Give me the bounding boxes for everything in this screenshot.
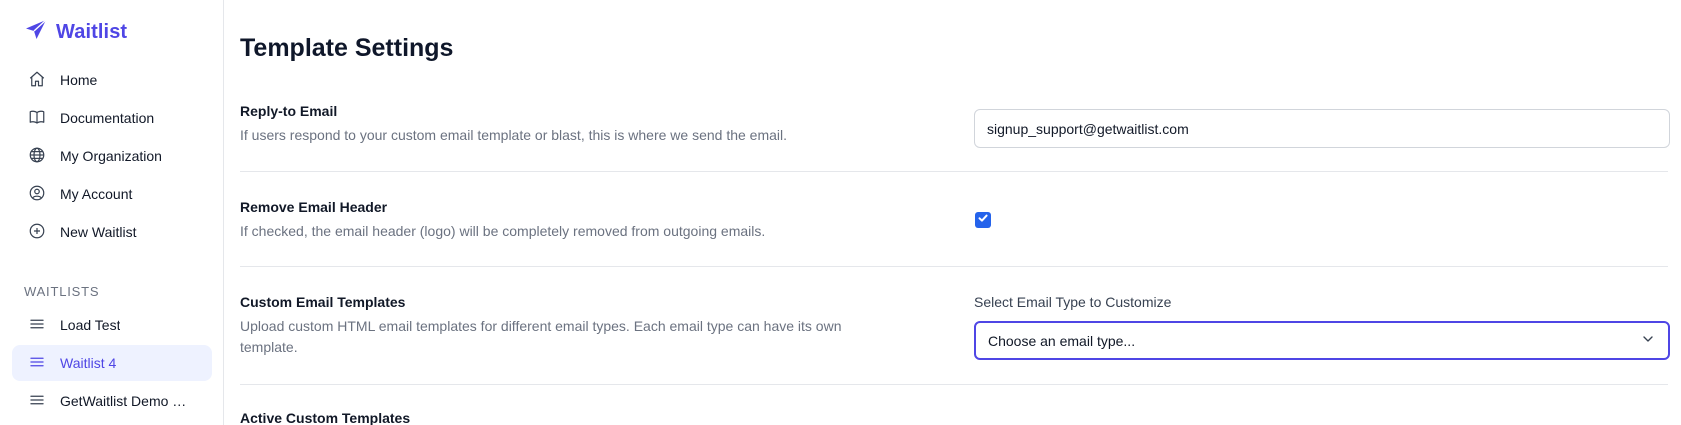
nav-item-home[interactable]: Home [12, 61, 212, 99]
nav-item-my-account[interactable]: My Account [12, 175, 212, 213]
divider [240, 384, 1668, 385]
nav-item-new-waitlist[interactable]: New Waitlist [12, 213, 212, 251]
waitlist-item-label: Waitlist 4 [60, 355, 117, 371]
list-icon [28, 353, 46, 374]
waitlist-item-label: Load Test [60, 317, 121, 333]
nav-item-label: New Waitlist [60, 224, 137, 240]
waitlists-section-title: WAITLISTS [24, 284, 100, 299]
page-title: Template Settings [240, 34, 454, 62]
check-icon [977, 211, 989, 229]
remove-header-checkbox[interactable] [975, 212, 991, 228]
nav-item-label: Home [60, 72, 98, 88]
divider [240, 171, 1668, 172]
email-type-select-value: Choose an email type... [988, 332, 1136, 349]
nav-item-documentation[interactable]: Documentation [12, 99, 212, 137]
custom-templates-title: Custom Email Templates [240, 294, 406, 310]
waitlist-item-waitlist-4[interactable]: Waitlist 4 [12, 345, 212, 381]
paper-plane-icon [24, 18, 48, 47]
divider [240, 266, 1668, 267]
waitlist-item-label: GetWaitlist Demo W... [60, 393, 196, 409]
waitlist-item-getwaitlist-demo[interactable]: GetWaitlist Demo W... [12, 383, 212, 419]
email-type-select[interactable]: Choose an email type... [974, 321, 1670, 360]
list-icon [28, 315, 46, 336]
main-content: Template Settings Reply-to Email If user… [224, 0, 1681, 425]
globe-icon [28, 146, 46, 167]
custom-templates-description: Upload custom HTML email templates for d… [240, 318, 842, 355]
remove-header-section: Remove Email Header If checked, the emai… [240, 199, 1668, 242]
remove-header-description: If checked, the email header (logo) will… [240, 223, 766, 239]
active-templates-title: Active Custom Templates [240, 410, 411, 425]
chevron-down-icon [1640, 331, 1656, 350]
home-icon [28, 70, 46, 91]
list-icon [28, 391, 46, 412]
reply-to-email-input[interactable]: signup_support@getwaitlist.com [974, 109, 1670, 148]
brand[interactable]: Waitlist [24, 18, 127, 47]
app-root: Waitlist Home Documentation My Organizat… [0, 0, 1681, 425]
email-type-select-label: Select Email Type to Customize [974, 294, 1172, 310]
remove-header-title: Remove Email Header [240, 199, 388, 215]
reply-to-email-value: signup_support@getwaitlist.com [987, 120, 1189, 137]
plus-circle-icon [28, 222, 46, 243]
waitlist-item-load-test[interactable]: Load Test [12, 307, 212, 343]
active-templates-section: Active Custom Templates [240, 410, 1668, 425]
main-nav: Home Documentation My Organization My Ac… [12, 61, 212, 251]
nav-item-label: My Organization [60, 148, 162, 164]
brand-name: Waitlist [56, 21, 128, 43]
nav-item-my-organization[interactable]: My Organization [12, 137, 212, 175]
nav-item-label: My Account [60, 186, 133, 202]
waitlist-list: Load Test Waitlist 4 GetWaitlist Demo W.… [12, 307, 212, 421]
nav-item-label: Documentation [60, 110, 155, 126]
user-circle-icon [28, 184, 46, 205]
book-icon [28, 108, 46, 129]
sidebar: Waitlist Home Documentation My Organizat… [0, 0, 224, 425]
